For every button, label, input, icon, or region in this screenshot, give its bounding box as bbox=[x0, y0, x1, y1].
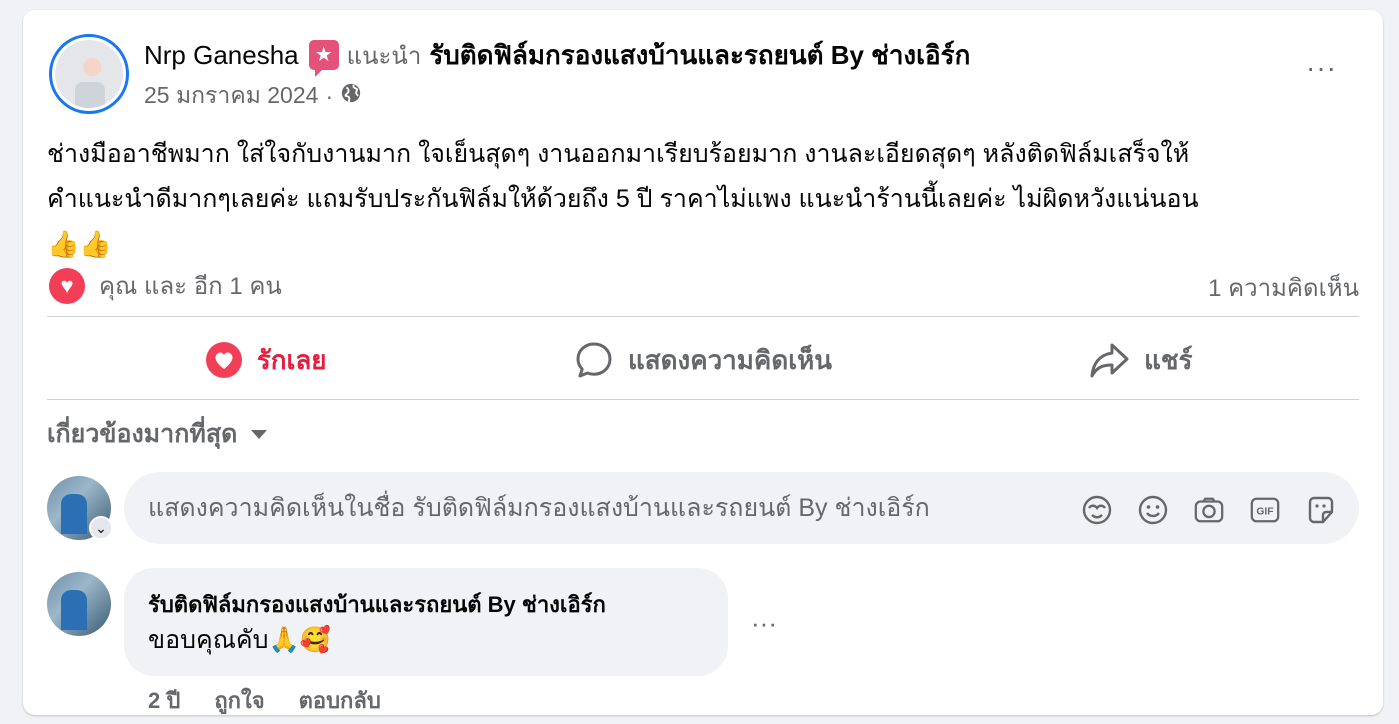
comment-input-tools: GIF bbox=[1081, 494, 1337, 526]
reply-more-icon[interactable]: ··· bbox=[751, 610, 777, 636]
post-header: Nrp Ganesha ★ แนะนำ รับติดฟิล์มกรองแสงบ้… bbox=[144, 35, 970, 77]
post-meta: 25 มกราคม 2024 · bbox=[144, 78, 362, 114]
sort-label: เกี่ยวข้องมากที่สุด bbox=[47, 420, 238, 448]
gif-icon[interactable]: GIF bbox=[1249, 494, 1281, 526]
reply-actions: 2 ปี ถูกใจ ตอบกลับ bbox=[148, 683, 381, 718]
love-icon bbox=[205, 341, 243, 379]
reply-like-button[interactable]: ถูกใจ bbox=[214, 683, 264, 718]
chevron-down-icon[interactable]: ⌄ bbox=[89, 516, 113, 540]
comment-label: แสดงความคิดเห็น bbox=[627, 344, 832, 375]
sticker-icon[interactable] bbox=[1305, 494, 1337, 526]
globe-icon bbox=[340, 82, 362, 110]
comment-sort-dropdown[interactable]: เกี่ยวข้องมากที่สุด bbox=[47, 414, 268, 454]
reply-author-name[interactable]: รับติดฟิล์มกรองแสงบ้านและรถยนต์ By ช่างเ… bbox=[148, 590, 704, 620]
post-text-line: ช่างมืออาชีพมาก ใส่ใจกับงานมาก ใจเย็นสุด… bbox=[47, 140, 1190, 168]
avatar-sticker-icon[interactable] bbox=[1081, 494, 1113, 526]
meta-separator: · bbox=[325, 82, 334, 109]
reaction-summary-text: คุณ และ อีก 1 คน bbox=[99, 273, 282, 300]
page-name[interactable]: รับติดฟิล์มกรองแสงบ้านและรถยนต์ By ช่างเ… bbox=[429, 35, 970, 76]
post-text-line: คำแนะนำดีมากๆเลยค่ะ แถมรับประกันฟิล์มให้… bbox=[47, 185, 1199, 213]
thumbs-up-emoji: 👍👍 bbox=[47, 229, 112, 259]
comment-bubble: รับติดฟิล์มกรองแสงบ้านและรถยนต์ By ช่างเ… bbox=[124, 568, 728, 676]
love-label: รักเลย bbox=[256, 344, 327, 375]
action-bar: รักเลย แสดงความคิดเห็น แชร์ bbox=[47, 320, 1359, 400]
camera-icon[interactable] bbox=[1193, 494, 1225, 526]
author-name[interactable]: Nrp Ganesha bbox=[144, 40, 299, 71]
star-badge-icon: ★ bbox=[308, 40, 339, 77]
divider bbox=[47, 316, 1359, 317]
love-icon: ♥ bbox=[49, 267, 85, 304]
post-more-icon[interactable]: ··· bbox=[1306, 54, 1337, 82]
author-avatar[interactable] bbox=[49, 34, 129, 114]
comment-bubble-icon bbox=[574, 340, 614, 380]
share-arrow-icon bbox=[1088, 340, 1130, 380]
reply-time[interactable]: 2 ปี bbox=[148, 683, 180, 718]
post-date[interactable]: 25 มกราคม 2024 bbox=[144, 78, 318, 114]
reply-author-avatar[interactable] bbox=[47, 572, 111, 636]
caret-down-icon bbox=[251, 429, 268, 439]
share-button[interactable]: แชร์ bbox=[922, 320, 1359, 400]
share-label: แชร์ bbox=[1144, 344, 1193, 375]
love-button[interactable]: รักเลย bbox=[47, 320, 484, 400]
post-card: Nrp Ganesha ★ แนะนำ รับติดฟิล์มกรองแสงบ้… bbox=[23, 10, 1383, 715]
comment-button[interactable]: แสดงความคิดเห็น bbox=[484, 320, 921, 400]
svg-text:GIF: GIF bbox=[1256, 507, 1273, 518]
reply-text: ขอบคุณคับ🙏🥰 bbox=[148, 626, 331, 654]
divider bbox=[47, 399, 1359, 400]
emoji-icon[interactable] bbox=[1137, 494, 1169, 526]
post-text: ช่างมืออาชีพมาก ใส่ใจกับงานมาก ใจเย็นสุด… bbox=[47, 132, 1367, 268]
reply-reply-button[interactable]: ตอบกลับ bbox=[299, 683, 381, 718]
comment-count[interactable]: 1 ความคิดเห็น bbox=[1208, 268, 1359, 307]
recommends-label: แนะนำ bbox=[346, 42, 422, 70]
reaction-summary[interactable]: ♥ คุณ และ อีก 1 คน bbox=[49, 266, 282, 305]
